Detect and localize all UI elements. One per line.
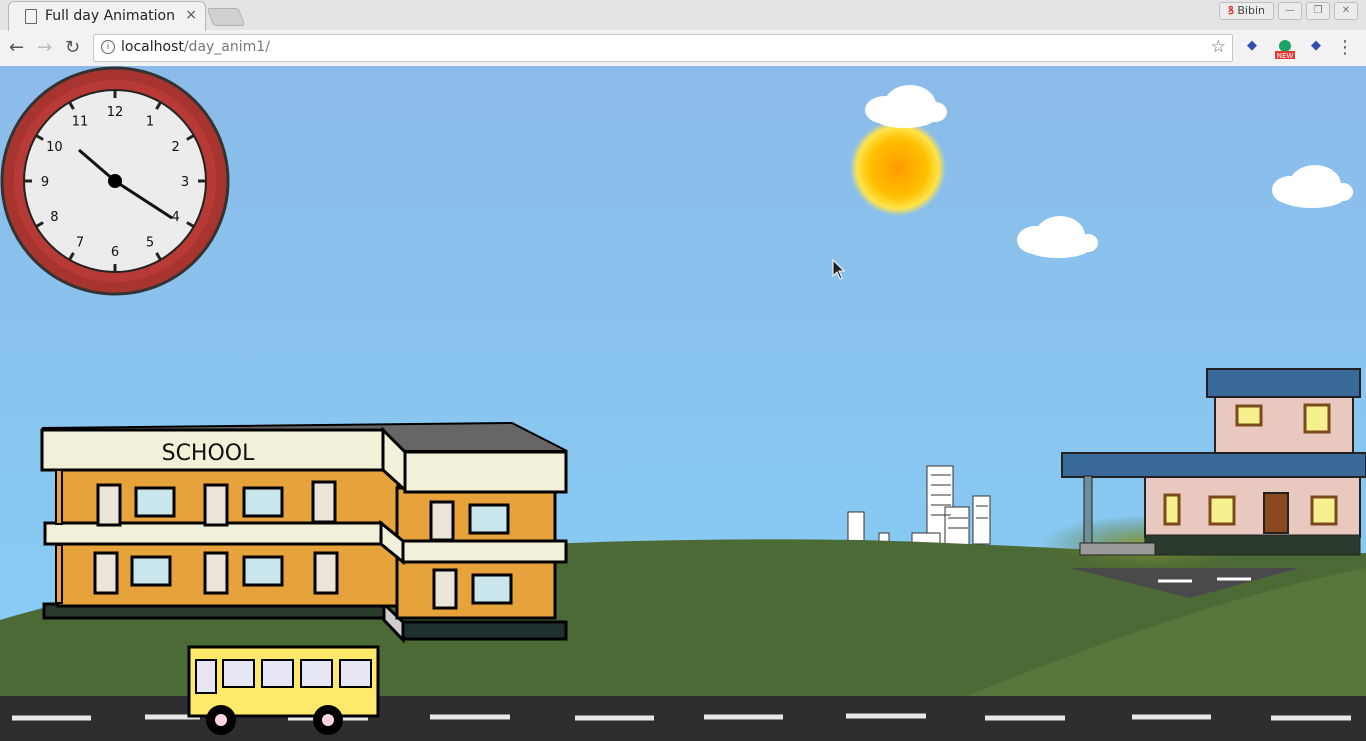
minimize-button[interactable]: — bbox=[1278, 2, 1302, 20]
tab-strip: Full day Animation × ꝸ Bibin — ❐ ✕ bbox=[0, 0, 1366, 31]
clock-number: 8 bbox=[50, 210, 58, 225]
window-controls: ꝸ Bibin — ❐ ✕ bbox=[1219, 2, 1358, 20]
address-bar[interactable]: i localhost/day_anim1/ ☆ bbox=[93, 34, 1233, 62]
extension-mask-icon[interactable]: ◆ bbox=[1243, 39, 1261, 53]
url-text[interactable]: localhost/day_anim1/ bbox=[121, 39, 270, 55]
mouse-cursor-icon bbox=[832, 259, 846, 280]
close-tab-icon[interactable]: × bbox=[185, 7, 197, 23]
back-icon[interactable]: ← bbox=[9, 37, 24, 58]
clock-number: 9 bbox=[41, 175, 49, 190]
clock-number: 3 bbox=[181, 175, 189, 190]
sun bbox=[850, 120, 946, 216]
url-host: localhost bbox=[121, 39, 184, 55]
reload-icon[interactable]: ↻ bbox=[65, 37, 80, 58]
clock-number: 4 bbox=[171, 210, 179, 225]
school-sign: SCHOOL bbox=[162, 441, 256, 466]
maximize-button[interactable]: ❐ bbox=[1306, 2, 1330, 20]
bookmark-star-icon[interactable]: ☆ bbox=[1211, 37, 1226, 57]
clock-number: 5 bbox=[146, 236, 154, 251]
info-icon[interactable]: i bbox=[101, 40, 115, 54]
animation-canvas: SCHOOL 12 1 2 3 4 5 6 7 8 9 10 11 bbox=[0, 66, 1366, 741]
extension-new-icon[interactable]: NEW bbox=[1275, 39, 1295, 60]
tab-title: Full day Animation bbox=[45, 8, 175, 24]
profile-icon: ꝸ bbox=[1228, 4, 1234, 17]
menu-icon[interactable]: ⋮ bbox=[1336, 37, 1354, 58]
clock-number: 11 bbox=[72, 114, 89, 129]
clock: 121234567891011 bbox=[0, 66, 230, 296]
document-icon bbox=[25, 9, 37, 24]
forward-icon[interactable]: → bbox=[37, 37, 52, 58]
close-window-button[interactable]: ✕ bbox=[1334, 2, 1358, 20]
extension-badge: NEW bbox=[1277, 52, 1294, 60]
new-tab-button[interactable] bbox=[206, 8, 246, 26]
navigation-bar: ← → ↻ i localhost/day_anim1/ ☆ ◆ NEW ◆ ⋮ bbox=[0, 31, 1366, 65]
clock-number: 10 bbox=[46, 140, 63, 155]
url-path: /day_anim1/ bbox=[183, 39, 270, 55]
school-building: SCHOOL bbox=[40, 421, 568, 644]
tab-active[interactable]: Full day Animation × bbox=[8, 1, 206, 31]
clock-number: 12 bbox=[107, 105, 124, 120]
extension-mask2-icon[interactable]: ◆ bbox=[1307, 39, 1325, 53]
profile-name: Bibin bbox=[1237, 4, 1265, 17]
clock-number: 7 bbox=[76, 236, 84, 251]
clock-number: 2 bbox=[171, 140, 179, 155]
browser-chrome: Full day Animation × ꝸ Bibin — ❐ ✕ ← → ↻… bbox=[0, 0, 1366, 67]
clock-number: 6 bbox=[111, 245, 119, 260]
clock-number: 1 bbox=[146, 114, 154, 129]
profile-button[interactable]: ꝸ Bibin bbox=[1219, 2, 1274, 20]
